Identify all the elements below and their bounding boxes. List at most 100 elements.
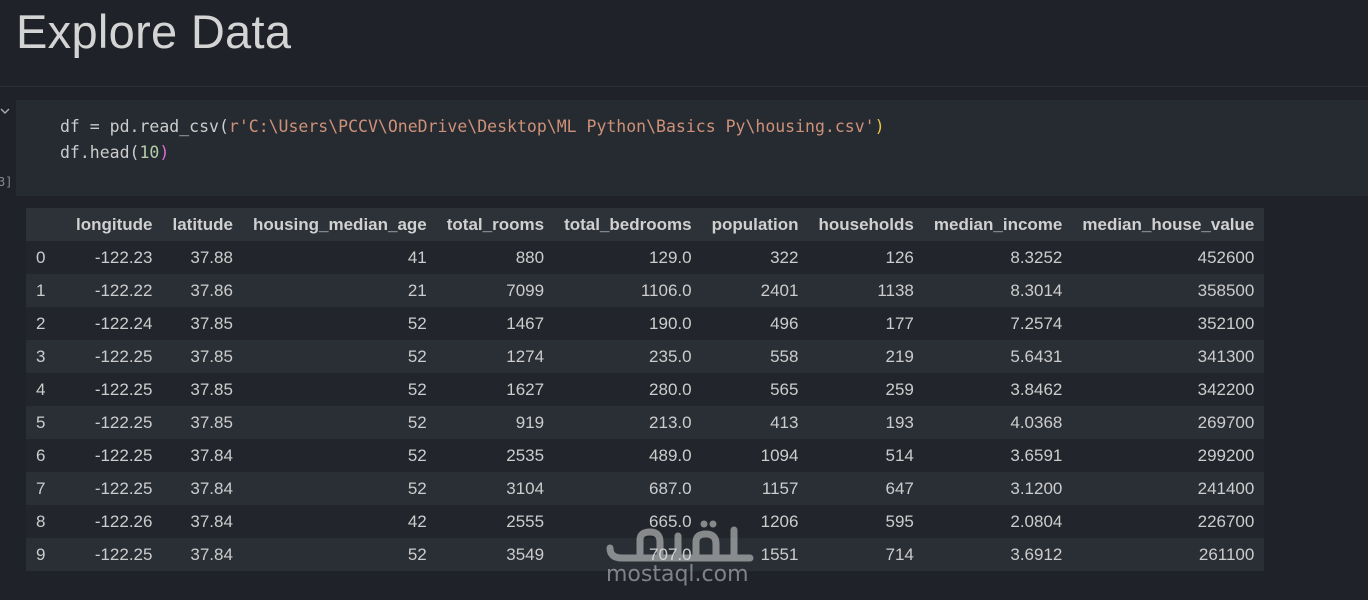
table-cell: 52	[407, 445, 427, 465]
table-cell: 190.0	[649, 313, 692, 333]
table-cell: 714	[885, 544, 914, 564]
table-cell: 452600	[1197, 247, 1255, 267]
table-cell: 4.0368	[1010, 412, 1063, 432]
row-index: 2	[36, 313, 46, 333]
table-row: 1 -122.22 37.86 21 7099 1106.0 2401 1138 8.3014 3…	[26, 274, 1265, 307]
table-cell: -122.23	[94, 247, 153, 267]
row-index: 5	[36, 412, 46, 432]
table-cell: 489.0	[649, 445, 692, 465]
table-cell: 37.84	[190, 478, 233, 498]
code-text: )	[874, 117, 885, 136]
table-cell: -122.25	[94, 346, 153, 366]
table-cell: 52	[407, 412, 427, 432]
table-cell: 8.3252	[1010, 247, 1063, 267]
table-cell: 52	[407, 313, 427, 333]
table-cell: 52	[407, 544, 427, 564]
table-row: 2 -122.24 37.85 52 1467 190.0 496 177 7.2574 3521…	[26, 307, 1265, 340]
table-cell: 565	[770, 379, 799, 399]
table-cell: 2.0804	[1010, 511, 1063, 531]
table-cell: 1157	[761, 478, 799, 498]
table-cell: 52	[407, 346, 427, 366]
code-text: df.head(	[60, 143, 140, 162]
table-cell: -122.25	[94, 412, 153, 432]
code-line: df.head(10)	[60, 143, 169, 162]
table-row: 6 -122.25 37.84 52 2535 489.0 1094 514 3.6591 299…	[26, 439, 1265, 472]
table-cell: 37.84	[190, 511, 233, 531]
table-cell: 2535	[506, 445, 545, 465]
table-cell: 299200	[1197, 445, 1255, 465]
table-cell: 21	[407, 280, 427, 300]
table-cell: 129.0	[649, 247, 692, 267]
table-cell: -122.25	[94, 445, 153, 465]
chevron-down-icon[interactable]	[0, 104, 12, 118]
table-cell: 3549	[506, 544, 545, 564]
table-cell: 1274	[506, 346, 545, 366]
table-cell: 3104	[506, 478, 545, 498]
column-header: households	[808, 208, 924, 241]
table-cell: 52	[407, 379, 427, 399]
cell-output: longitude latitude housing_median_age total…	[26, 208, 1265, 571]
table-cell: 193	[885, 412, 914, 432]
code-text: )	[159, 143, 170, 162]
table-cell: 352100	[1197, 313, 1255, 333]
row-index: 4	[36, 379, 46, 399]
table-cell: -122.25	[94, 544, 153, 564]
table-cell: -122.26	[94, 511, 153, 531]
watermark-text: mostaql.com	[606, 562, 749, 587]
table-cell: -122.25	[94, 379, 153, 399]
row-index: 8	[36, 511, 46, 531]
table-cell: 322	[770, 247, 799, 267]
table-cell: 280.0	[649, 379, 692, 399]
table-cell: 37.85	[190, 313, 233, 333]
table-cell: 341300	[1197, 346, 1255, 366]
table-cell: 2401	[760, 280, 799, 300]
table-cell: 496	[770, 313, 799, 333]
table-cell: 5.6431	[1010, 346, 1063, 366]
column-header: latitude	[162, 208, 243, 241]
code-string: r'C:\Users\PCCV\OneDrive\Desktop\ML Pyth…	[228, 117, 875, 136]
column-header: population	[701, 208, 809, 241]
table-cell: 213.0	[649, 412, 692, 432]
table-cell: 37.85	[190, 412, 233, 432]
table-row: 0 -122.23 37.88 41 880 129.0 322 126 8.3252 45260…	[26, 241, 1265, 274]
table-cell: 37.88	[190, 247, 233, 267]
table-row: 7 -122.25 37.84 52 3104 687.0 1157 647 3.1200 241…	[26, 472, 1265, 505]
table-cell: -122.25	[94, 478, 153, 498]
table-cell: 219	[885, 346, 914, 366]
table-cell: 126	[885, 247, 914, 267]
table-cell: 261100	[1198, 544, 1255, 564]
row-index: 7	[36, 478, 46, 498]
table-cell: 1627	[506, 379, 545, 399]
row-index: 9	[36, 544, 46, 564]
table-cell: 241400	[1197, 478, 1255, 498]
row-index: 0	[36, 247, 46, 267]
table-cell: 41	[407, 247, 427, 267]
row-index: 3	[36, 346, 46, 366]
index-header	[26, 208, 66, 241]
table-cell: 1138	[877, 280, 914, 300]
table-cell: 3.8462	[1010, 379, 1063, 399]
table-cell: 37.86	[190, 280, 233, 300]
table-row: 4 -122.25 37.85 52 1627 280.0 565 259 3.8462 3422…	[26, 373, 1265, 406]
table-cell: 1094	[760, 445, 799, 465]
table-cell: 558	[770, 346, 799, 366]
execution-count: 3]	[0, 175, 13, 189]
table-header-row: longitude latitude housing_median_age total…	[26, 208, 1265, 241]
table-cell: 3.6591	[1010, 445, 1063, 465]
section-divider	[0, 86, 1368, 87]
code-cell[interactable]: df = pd.read_csv(r'C:\Users\PCCV\OneDriv…	[16, 100, 1368, 196]
table-cell: 3.1200	[1010, 478, 1063, 498]
table-cell: 413	[770, 412, 799, 432]
table-cell: 37.84	[190, 544, 233, 564]
column-header: total_rooms	[436, 208, 555, 241]
table-cell: 595	[885, 511, 914, 531]
table-row: 3 -122.25 37.85 52 1274 235.0 558 219 5.6431 3413…	[26, 340, 1265, 373]
column-header: total_bedrooms	[554, 208, 702, 241]
table-cell: 919	[515, 412, 545, 432]
column-header: housing_median_age	[242, 208, 437, 241]
table-cell: 3.6912	[1010, 544, 1063, 564]
table-cell: 235.0	[649, 346, 692, 366]
dataframe-table: longitude latitude housing_median_age total…	[26, 208, 1265, 571]
column-header: median_income	[923, 208, 1073, 241]
table-cell: 37.85	[190, 379, 233, 399]
